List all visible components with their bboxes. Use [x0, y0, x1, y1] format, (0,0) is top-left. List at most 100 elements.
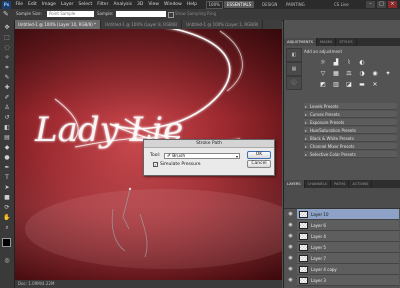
preset-curves[interactable]: Curves Presets [304, 111, 397, 118]
visibility-eye-icon[interactable]: ◉ [286, 209, 295, 220]
dodge-tool-icon[interactable]: ● [2, 153, 12, 162]
menu-help[interactable]: Help [184, 0, 199, 9]
show-sampling-ring-label: Show Sampling Ring [175, 11, 217, 16]
workspace-design-button[interactable]: DESIGN [262, 0, 277, 9]
healing-tool-icon[interactable]: ✚ [2, 83, 12, 92]
move-tool-icon[interactable]: ✥ [2, 23, 12, 32]
tab-adjustments[interactable]: ADJUSTMENTS [284, 38, 317, 46]
eyedropper-tool-icon[interactable]: ✎ [2, 73, 12, 82]
brightness-icon[interactable]: ☼ [318, 58, 328, 67]
tab-masks[interactable]: MASKS [317, 38, 337, 46]
simulate-pressure-checkbox[interactable]: ✓ [153, 162, 158, 167]
menu-edit[interactable]: Edit [26, 0, 40, 9]
path-selection-tool-icon[interactable]: ➤ [2, 183, 12, 192]
history-panel-icon[interactable]: ▦ [286, 62, 302, 76]
menu-view[interactable]: View [146, 0, 162, 9]
info-panel-icon[interactable]: ⓘ [286, 76, 302, 90]
gradient-tool-icon[interactable]: ▤ [2, 133, 12, 142]
type-tool-icon[interactable]: T [2, 173, 12, 182]
workspace-essentials-button[interactable]: ESSENTIALS [224, 1, 255, 8]
tool-select[interactable]: ✐ Brush ▾ [164, 153, 240, 159]
zoom-tool-icon[interactable]: ⌕ [2, 223, 12, 232]
hand-tool-icon[interactable]: ✋ [2, 213, 12, 222]
cancel-button[interactable]: Cancel [247, 160, 271, 168]
tab-document-3[interactable]: Untitled-1 @ 100% (Layer 1, RGB/8) [182, 20, 264, 29]
show-sampling-ring-checkbox[interactable] [168, 12, 174, 18]
hue-saturation-icon[interactable]: ▦ [331, 69, 341, 78]
threshold-icon[interactable]: ◪ [344, 80, 354, 89]
menu-analysis[interactable]: Analysis [111, 0, 135, 9]
tab-document-1[interactable]: Untitled-1 @ 100% (Layer 10, RGB/8) * [14, 20, 102, 29]
panel-collapse-icon[interactable]: ◧ [286, 48, 302, 62]
menu-filter[interactable]: Filter [95, 0, 111, 9]
tab-document-2[interactable]: Untitled-1 @ 100% (Layer 8, RGB/8) [101, 20, 183, 29]
eraser-tool-icon[interactable]: ◧ [2, 123, 12, 132]
maximize-icon[interactable]: □ [377, 1, 386, 8]
gradient-map-icon[interactable]: ▬ [357, 80, 367, 89]
minimize-icon[interactable]: – [366, 1, 375, 8]
visibility-eye-icon[interactable]: ◉ [286, 275, 295, 286]
preset-selective-color[interactable]: Selective Color Presets [304, 151, 397, 158]
cs-live-button[interactable]: CS Live [334, 1, 364, 8]
color-balance-icon[interactable]: ⚖ [344, 69, 354, 78]
marquee-tool-icon[interactable]: ⬚ [2, 33, 12, 42]
menu-select[interactable]: Select [76, 0, 95, 9]
photo-filter-icon[interactable]: ◉ [370, 69, 380, 78]
exposure-icon[interactable]: ◐ [357, 58, 367, 67]
curves-icon[interactable]: ⌇ [344, 58, 354, 67]
menu-window[interactable]: Window [162, 0, 185, 9]
tab-layers[interactable]: LAYERS [284, 180, 305, 188]
channel-mixer-icon[interactable]: ✦ [383, 69, 393, 78]
foreground-color-swatch[interactable] [2, 238, 11, 247]
posterize-icon[interactable]: ▥ [331, 80, 341, 89]
visibility-eye-icon[interactable]: ◉ [286, 242, 295, 253]
blur-tool-icon[interactable]: ◆ [2, 143, 12, 152]
quick-mask-icon[interactable]: ◎ [2, 256, 12, 265]
workspace-painting-button[interactable]: PAINTING [286, 0, 305, 9]
layer-row[interactable]: Layer 4 copy [297, 264, 399, 275]
layer-row[interactable]: Layer 6 [297, 220, 399, 231]
sample-size-select[interactable]: Point Sample [47, 11, 94, 17]
layer-row[interactable]: Layer 4 [297, 231, 399, 242]
preset-levels[interactable]: Levels Presets [304, 103, 397, 110]
preset-black-white[interactable]: Black & White Presets [304, 135, 397, 142]
tab-styles[interactable]: STYLES [336, 38, 357, 46]
black-white-icon[interactable]: ◑ [357, 69, 367, 78]
ok-button[interactable]: OK [247, 151, 271, 159]
invert-icon[interactable]: ◩ [318, 80, 328, 89]
brush-tool-icon[interactable]: ✐ [2, 93, 12, 102]
sample-select[interactable] [116, 11, 166, 17]
eyedropper-icon[interactable]: ✎ [3, 10, 9, 18]
tab-channels[interactable]: CHANNELS [305, 180, 332, 188]
crop-tool-icon[interactable]: ⌗ [2, 63, 12, 72]
shape-tool-icon[interactable]: ■ [2, 193, 12, 202]
tab-paths[interactable]: PATHS [331, 180, 350, 188]
selective-color-icon[interactable]: ✕ [370, 80, 380, 89]
layer-row-selected[interactable]: Layer 10 [297, 209, 399, 220]
lasso-tool-icon[interactable]: ◌ [2, 43, 12, 52]
pen-tool-icon[interactable]: ✒ [2, 163, 12, 172]
clone-stamp-tool-icon[interactable]: ♙ [2, 103, 12, 112]
menu-image[interactable]: Image [39, 0, 58, 9]
menu-file[interactable]: File [13, 0, 26, 9]
close-icon[interactable]: × [388, 1, 397, 8]
preset-exposure[interactable]: Exposure Presets [304, 119, 397, 126]
tab-actions[interactable]: ACTIONS [349, 180, 373, 188]
layer-row[interactable]: Layer 7 [297, 253, 399, 264]
visibility-eye-icon[interactable]: ◉ [286, 253, 295, 264]
preset-channel-mixer[interactable]: Channel Mixer Presets [304, 143, 397, 150]
3d-rotate-tool-icon[interactable]: ⟳ [2, 203, 12, 212]
layer-row[interactable]: Layer 3 [297, 275, 399, 286]
levels-icon[interactable]: ▟ [331, 58, 341, 67]
quick-select-tool-icon[interactable]: ✧ [2, 53, 12, 62]
visibility-eye-icon[interactable]: ◉ [286, 264, 295, 275]
layer-row[interactable]: Layer 5 [297, 242, 399, 253]
preset-hue-saturation[interactable]: Hue/Saturation Presets [304, 127, 397, 134]
visibility-eye-icon[interactable]: ◉ [286, 231, 295, 242]
vibrance-icon[interactable]: ▽ [318, 69, 328, 78]
history-brush-tool-icon[interactable]: ↺ [2, 113, 12, 122]
visibility-eye-icon[interactable]: ◉ [286, 220, 295, 231]
zoom-level[interactable]: 100% [205, 0, 223, 9]
menu-layer[interactable]: Layer [58, 0, 76, 9]
menu-3d[interactable]: 3D [134, 0, 145, 9]
